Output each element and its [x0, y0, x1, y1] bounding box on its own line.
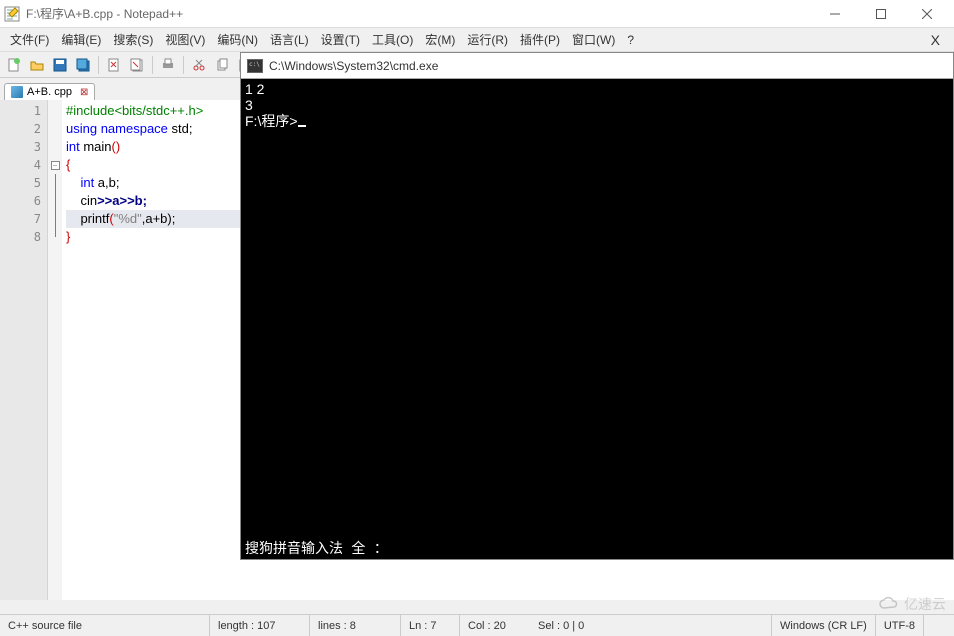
toolbar-separator — [183, 56, 184, 74]
line-number: 8 — [0, 228, 47, 246]
cmd-output[interactable]: 1 2 3 F:\程序> 搜狗拼音输入法 全 ： — [241, 79, 953, 559]
menu-macro[interactable]: 宏(M) — [419, 29, 461, 50]
menu-file[interactable]: 文件(F) — [4, 29, 55, 50]
window-title: F:\程序\A+B.cpp - Notepad++ — [26, 5, 812, 22]
app-icon — [4, 6, 20, 22]
status-length: length : 107 — [210, 615, 310, 636]
status-lines: lines : 8 — [310, 615, 400, 636]
close-button[interactable] — [904, 0, 950, 28]
window-title-bar: F:\程序\A+B.cpp - Notepad++ — [0, 0, 954, 28]
menu-search[interactable]: 搜索(S) — [107, 29, 159, 50]
status-eol: Windows (CR LF) — [771, 615, 876, 636]
status-col: Col : 20 — [460, 615, 530, 636]
menu-settings[interactable]: 设置(T) — [315, 29, 366, 50]
cmd-line: 3 — [245, 97, 949, 113]
status-bar: C++ source file length : 107 lines : 8 L… — [0, 614, 954, 636]
line-number: 5 — [0, 174, 47, 192]
menu-bar: 文件(F) 编辑(E) 搜索(S) 视图(V) 编码(N) 语言(L) 设置(T… — [0, 28, 954, 52]
menu-encoding[interactable]: 编码(N) — [211, 29, 264, 50]
status-file-type: C++ source file — [0, 615, 210, 636]
fold-toggle[interactable]: − — [48, 156, 62, 174]
print-icon[interactable] — [158, 55, 178, 75]
cmd-title-bar: C:\Windows\System32\cmd.exe — [241, 53, 953, 79]
line-number: 4 — [0, 156, 47, 174]
file-tab[interactable]: A+B. cpp ⊠ — [4, 83, 95, 100]
line-number: 3 — [0, 138, 47, 156]
tab-close-icon[interactable]: ⊠ — [80, 87, 88, 98]
line-number: 6 — [0, 192, 47, 210]
watermark: 亿速云 — [878, 594, 946, 614]
tab-label: A+B. cpp — [27, 86, 72, 98]
status-encoding: UTF-8 — [876, 615, 924, 636]
menu-plugins[interactable]: 插件(P) — [514, 29, 566, 50]
line-number: 7 — [0, 210, 47, 228]
cmd-window[interactable]: C:\Windows\System32\cmd.exe 1 2 3 F:\程序>… — [240, 52, 954, 560]
menu-window[interactable]: 窗口(W) — [566, 29, 621, 50]
open-file-icon[interactable] — [27, 55, 47, 75]
toolbar-separator — [98, 56, 99, 74]
close-file-icon[interactable] — [104, 55, 124, 75]
cut-icon[interactable] — [189, 55, 209, 75]
cursor-icon — [298, 125, 306, 127]
save-all-icon[interactable] — [73, 55, 93, 75]
line-number: 2 — [0, 120, 47, 138]
line-number: 1 — [0, 102, 47, 120]
close-all-icon[interactable] — [127, 55, 147, 75]
menu-run[interactable]: 运行(R) — [461, 29, 514, 50]
status-ln: Ln : 7 — [400, 615, 460, 636]
status-sel: Sel : 0 | 0 — [530, 615, 620, 636]
cmd-icon — [247, 59, 263, 73]
line-number-gutter: 1 2 3 4 5 6 7 8 — [0, 100, 48, 600]
menu-close-x[interactable]: X — [921, 32, 950, 48]
menu-language[interactable]: 语言(L) — [264, 29, 315, 50]
menu-tools[interactable]: 工具(O) — [366, 29, 419, 50]
window-controls — [812, 0, 950, 28]
cmd-title-text: C:\Windows\System32\cmd.exe — [269, 59, 438, 73]
cmd-line: 1 2 — [245, 81, 949, 97]
menu-help[interactable]: ? — [621, 31, 640, 49]
fold-column: − — [48, 100, 62, 600]
cloud-icon — [878, 596, 900, 612]
toolbar-separator — [152, 56, 153, 74]
menu-view[interactable]: 视图(V) — [159, 29, 211, 50]
menu-edit[interactable]: 编辑(E) — [55, 29, 107, 50]
cmd-prompt: F:\程序> — [245, 113, 949, 129]
file-type-icon — [11, 86, 23, 98]
save-icon[interactable] — [50, 55, 70, 75]
minimize-button[interactable] — [812, 0, 858, 28]
copy-icon[interactable] — [212, 55, 232, 75]
new-file-icon[interactable] — [4, 55, 24, 75]
maximize-button[interactable] — [858, 0, 904, 28]
ime-status: 搜狗拼音输入法 全 ： — [245, 541, 388, 557]
